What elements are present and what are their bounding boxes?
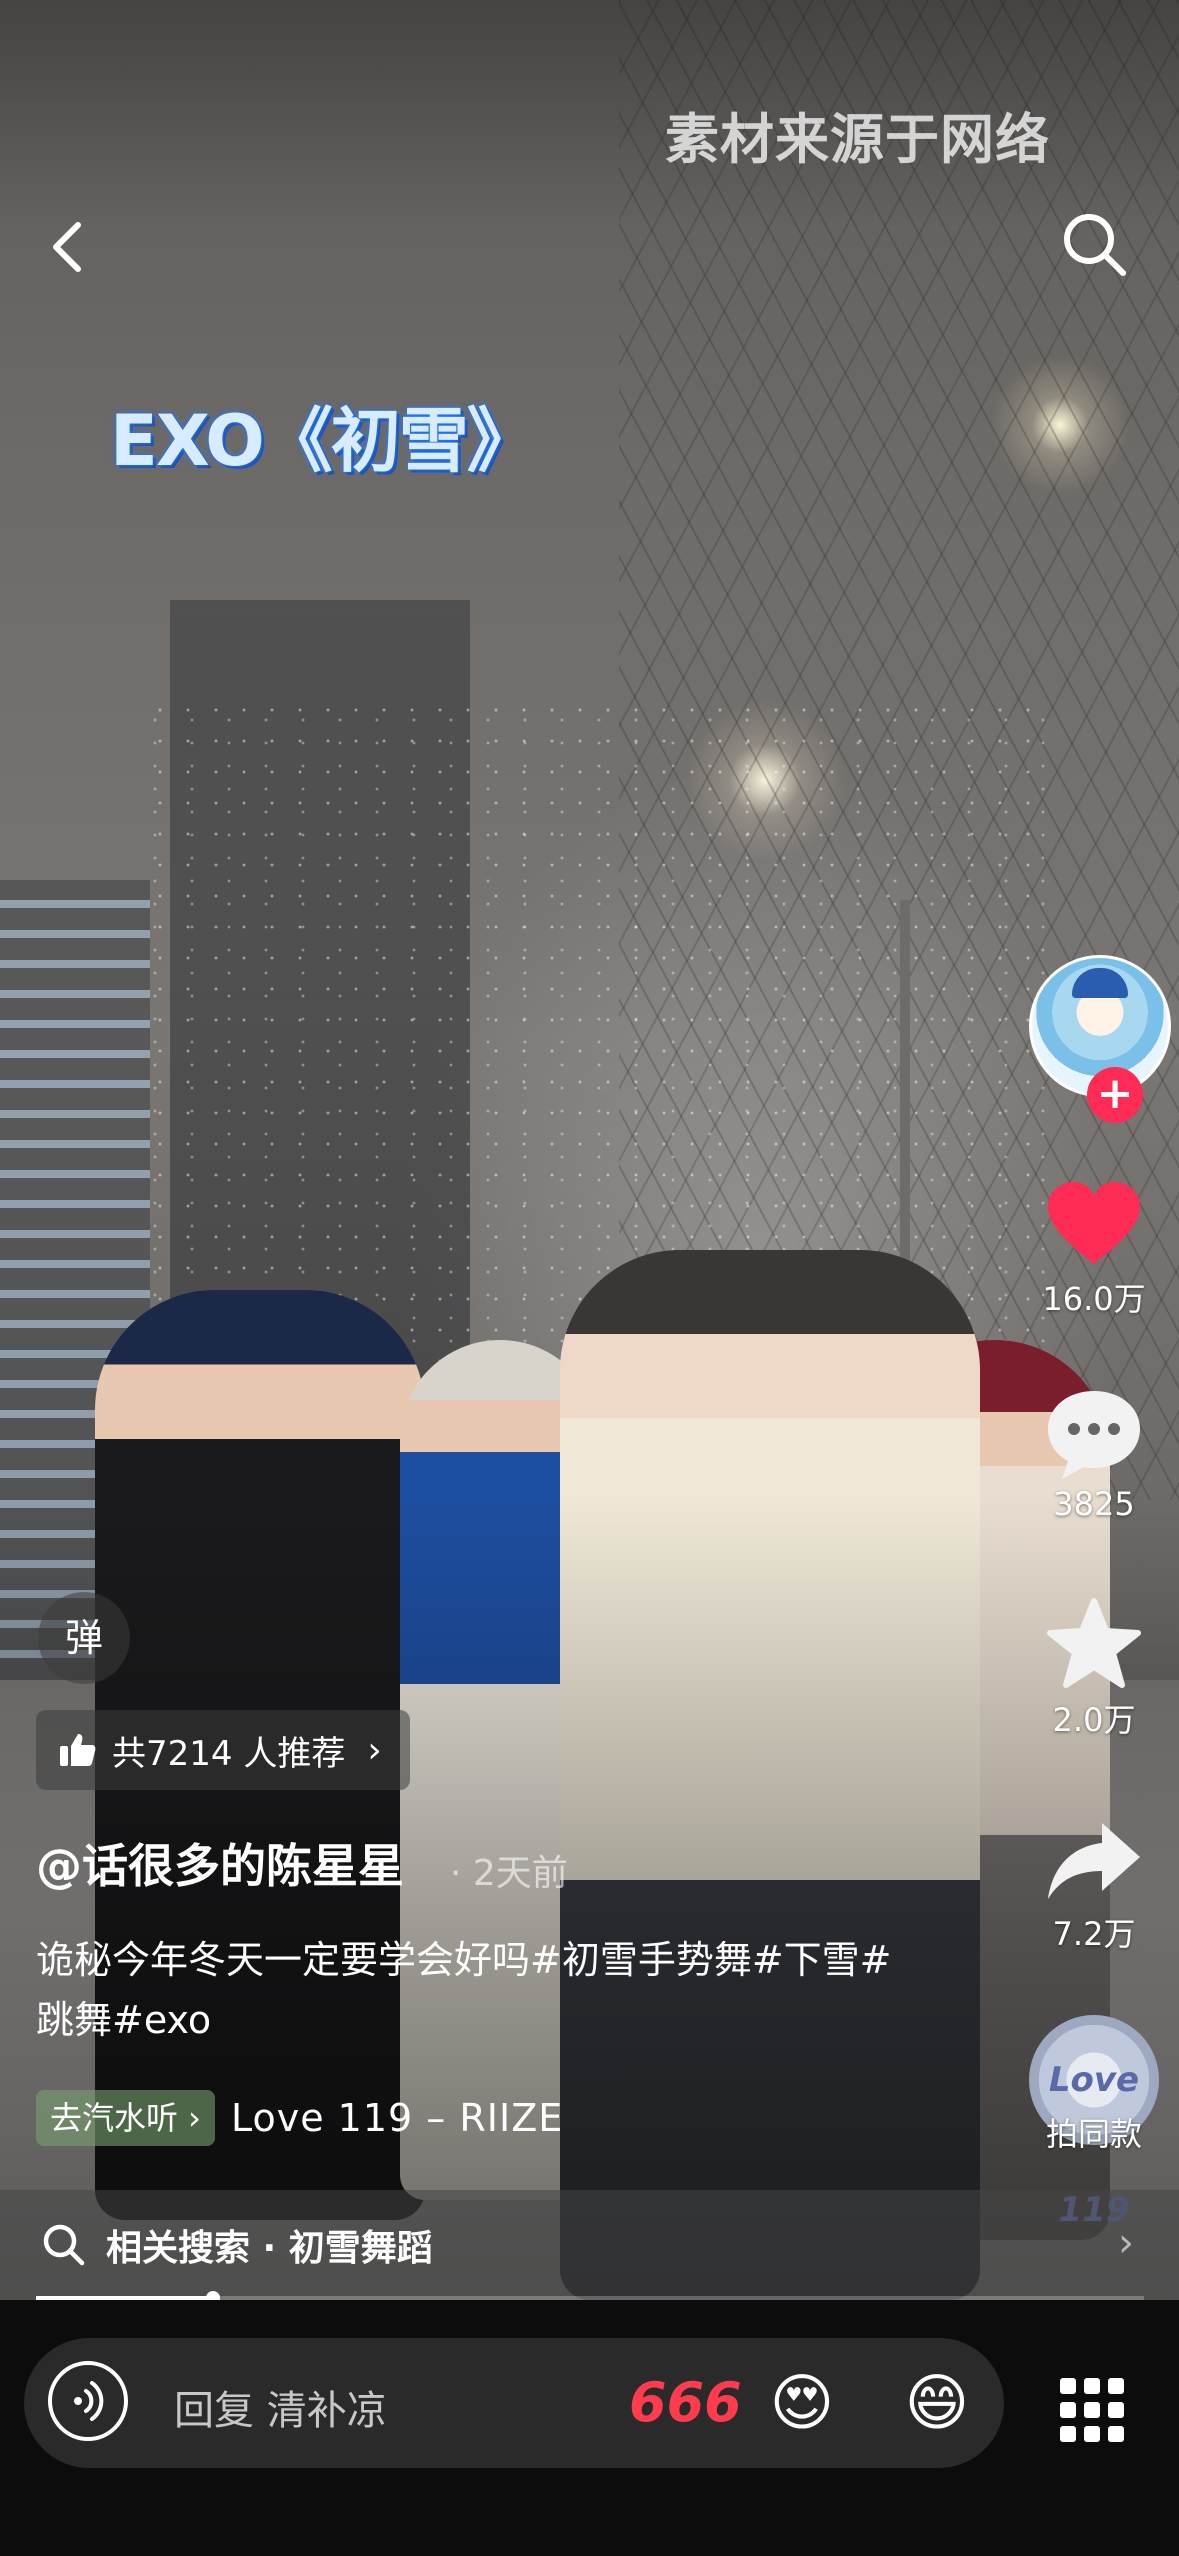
emoji-666-button[interactable]: 666	[629, 2360, 742, 2446]
like-button[interactable]: 16.0万	[1009, 1180, 1179, 1320]
search-button[interactable]	[1055, 205, 1135, 285]
emoji-heart-eyes-button[interactable]: 😍	[759, 2360, 845, 2446]
remix-button[interactable]: Love 119 拍同款	[1009, 2015, 1179, 2230]
favorite-button[interactable]: 2.0万	[1009, 1595, 1179, 1741]
author-name[interactable]: @话很多的陈星星	[36, 1830, 404, 1896]
comment-icon	[1048, 1391, 1140, 1479]
reply-placeholder[interactable]: 回复 清补凉	[174, 2378, 387, 2436]
share-button[interactable]: 7.2万	[1009, 1815, 1179, 1955]
share-arrow-icon	[1048, 1823, 1140, 1899]
search-icon	[43, 2224, 85, 2266]
comment-button[interactable]: 3825	[1009, 1385, 1179, 1523]
chevron-right-icon: ›	[1118, 2220, 1134, 2266]
chevron-right-icon: ›	[367, 1729, 382, 1771]
related-search-bar[interactable]: 相关搜索 · 初雪舞蹈 ›	[0, 2190, 1179, 2300]
music-title[interactable]: Love 119 – RIIZE	[231, 2096, 563, 2140]
comment-input[interactable]: 回复 清补凉 666 😍 😄	[24, 2338, 1004, 2468]
heart-icon	[1048, 1182, 1140, 1264]
author-avatar[interactable]: +	[1029, 955, 1171, 1123]
search-icon	[1064, 214, 1126, 276]
follow-button[interactable]: +	[1087, 1067, 1143, 1123]
thumbs-up-icon	[60, 1734, 96, 1766]
remix-label: 拍同款	[1045, 2115, 1142, 2153]
comment-count: 3825	[1053, 1485, 1135, 1523]
chevron-left-icon	[53, 222, 81, 272]
recommend-label: 共7214 人推荐	[112, 1733, 346, 1774]
like-count: 16.0万	[1042, 1280, 1146, 1318]
voice-icon	[74, 2381, 104, 2421]
comment-bar: 回复 清补凉 666 😍 😄	[0, 2300, 1179, 2556]
watermark: 素材来源于网络	[665, 108, 1050, 171]
back-button[interactable]	[40, 205, 100, 285]
danmu-toggle[interactable]: 弹	[38, 1592, 130, 1684]
video-title-overlay: EXO《初雪》	[110, 400, 537, 482]
post-time: · 2天前	[450, 1853, 568, 1894]
related-search-label: 相关搜索 · 初雪舞蹈	[106, 2228, 433, 2269]
more-apps-button[interactable]	[1060, 2378, 1124, 2442]
share-count: 7.2万	[1052, 1915, 1136, 1953]
emoji-grin-button[interactable]: 😄	[894, 2360, 980, 2446]
listen-in-qishui-chip[interactable]: 去汽水听 ›	[36, 2090, 215, 2146]
favorite-count: 2.0万	[1052, 1701, 1136, 1739]
star-icon	[1047, 1598, 1141, 1688]
voice-input-button[interactable]	[48, 2361, 128, 2441]
music-row[interactable]: 去汽水听 › Love 119 – RIIZE	[36, 2088, 563, 2148]
post-description[interactable]: 诡秘今年冬天一定要学会好吗#初雪手势舞#下雪#跳舞#exo	[36, 1930, 916, 2050]
recommend-pill[interactable]: 共7214 人推荐 ›	[36, 1710, 410, 1790]
